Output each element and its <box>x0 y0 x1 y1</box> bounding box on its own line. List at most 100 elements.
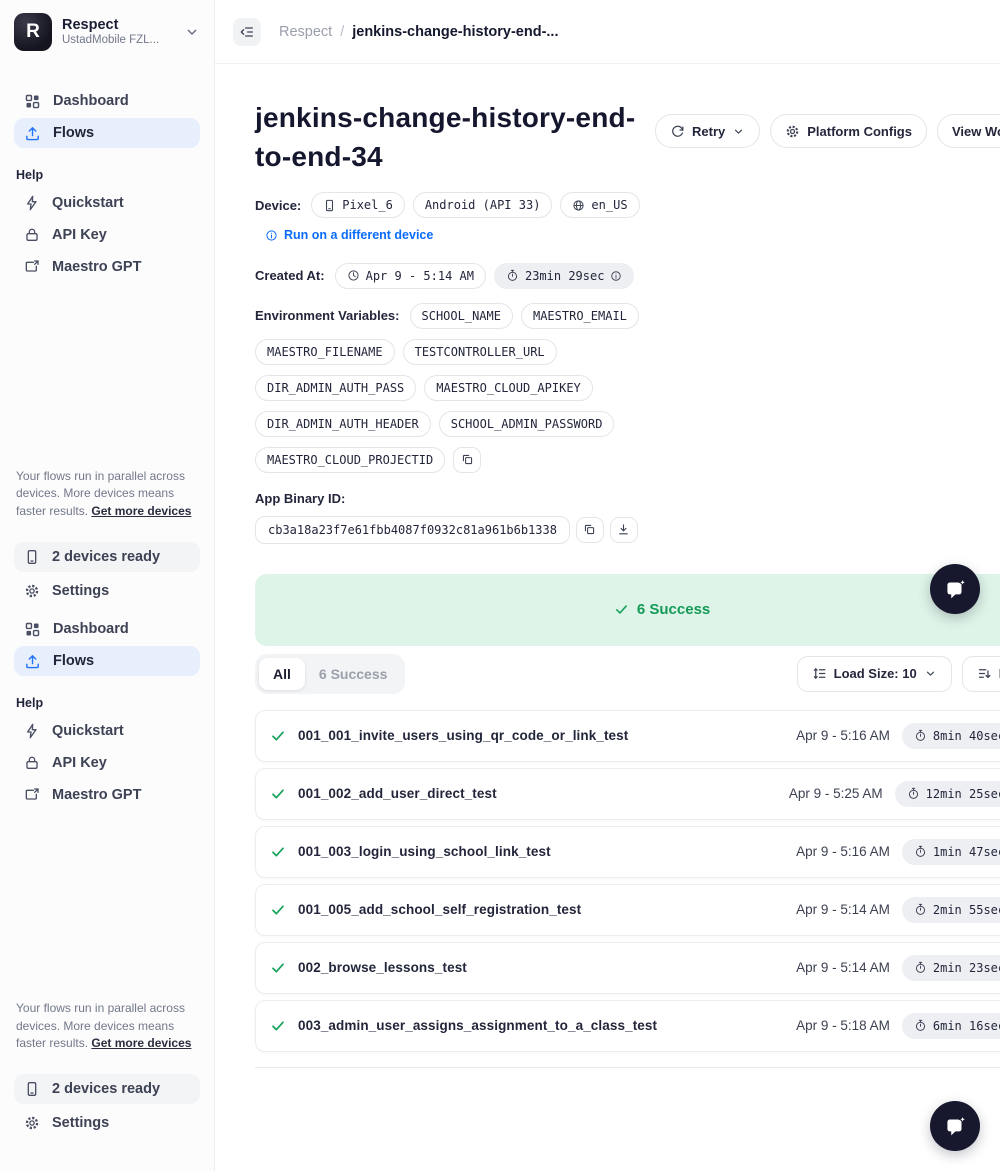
success-check-icon <box>270 844 286 860</box>
tab-success[interactable]: 6 Success <box>305 658 402 690</box>
chat-assistant-button[interactable] <box>930 1101 980 1151</box>
copy-binary-id-button[interactable] <box>575 516 604 543</box>
chat-bubble-icon <box>942 576 968 602</box>
created-at-label: Created At: <box>255 268 325 283</box>
sidebar-item-label: Dashboard <box>53 93 129 109</box>
sidebar-section-help-2: Help <box>16 696 44 711</box>
list-controls: All 6 Success Load Size: 10 Name <box>255 653 1000 694</box>
test-row[interactable]: 003_admin_user_assigns_assignment_to_a_c… <box>255 999 1000 1052</box>
test-time: Apr 9 - 5:18 AM <box>796 1018 890 1033</box>
test-name: 003_admin_user_assigns_assignment_to_a_c… <box>298 1018 658 1033</box>
device-name-chip[interactable]: Pixel_6 <box>311 192 405 218</box>
sidebar-item-api-key-2[interactable]: API Key <box>14 748 200 778</box>
env-var-name: SCHOOL_ADMIN_PASSWORD <box>450 416 603 431</box>
device-locale-chip[interactable]: en_US <box>560 192 640 218</box>
sidebar-item-maestro-gpt[interactable]: Maestro GPT <box>14 252 200 282</box>
sidebar-item-dashboard-2[interactable]: Dashboard <box>14 614 200 644</box>
env-var-chip[interactable]: SCHOOL_NAME <box>409 302 513 329</box>
sidebar-item-flows-2[interactable]: Flows <box>14 646 200 677</box>
sidebar-item-settings-2[interactable]: Settings <box>14 1108 200 1138</box>
env-var-chip[interactable]: TESTCONTROLLER_URL <box>402 338 557 365</box>
grid-icon <box>24 93 41 110</box>
sidebar-item-label: Settings <box>52 583 110 600</box>
view-workspace-button[interactable]: View Workspace <box>936 114 1000 148</box>
device-name: Pixel_6 <box>342 198 393 212</box>
stopwatch-icon <box>914 1019 927 1032</box>
app-binary-label: App Binary ID: <box>255 490 346 506</box>
info-icon[interactable] <box>610 270 622 282</box>
test-row[interactable]: 001_003_login_using_school_link_test Apr… <box>255 825 1000 878</box>
app-window: R Respect UstadMobile FZL... Dashboard F… <box>0 0 1000 1171</box>
run-different-device-link[interactable]: Run on a different device <box>265 228 433 242</box>
test-row[interactable]: 001_001_invite_users_using_qr_code_or_li… <box>255 709 1000 762</box>
test-row[interactable]: 001_005_add_school_self_registration_tes… <box>255 883 1000 936</box>
get-more-devices-link[interactable]: Get more devices <box>91 504 191 518</box>
sidebar-item-dashboard[interactable]: Dashboard <box>14 86 200 116</box>
check-icon <box>614 602 629 617</box>
breadcrumb-workspace[interactable]: Respect <box>279 24 332 40</box>
app-binary-row: cb3a18a23f7e61fbb4087f0932c81a961b6b1338 <box>255 515 1000 544</box>
env-var-chip[interactable]: MAESTRO_CLOUD_APIKEY <box>424 374 593 401</box>
sidebar-item-label: Quickstart <box>52 723 124 740</box>
test-duration-chip: 8min 40sec <box>901 722 1000 749</box>
env-var-name: TESTCONTROLLER_URL <box>414 344 545 359</box>
test-time: Apr 9 - 5:16 AM <box>796 844 890 859</box>
sidebar-item-quickstart-2[interactable]: Quickstart <box>14 716 200 746</box>
stopwatch-icon <box>914 961 927 974</box>
device-label: Device: <box>255 197 302 213</box>
test-time: Apr 9 - 5:25 AM <box>788 786 883 801</box>
devices-ready-status-2[interactable]: 2 devices ready <box>14 1074 200 1105</box>
env-var-chip[interactable]: MAESTRO_CLOUD_PROJECTID <box>255 446 446 473</box>
copy-icon <box>461 453 474 466</box>
created-at-row: Created At: Apr 9 - 5:14 AM 23min 29sec <box>255 262 1000 289</box>
workspace-switcher[interactable]: R Respect UstadMobile FZL... <box>14 12 200 52</box>
env-var-name: SCHOOL_NAME <box>421 308 501 323</box>
sidebar-item-maestro-gpt-2[interactable]: Maestro GPT <box>14 780 200 810</box>
test-row[interactable]: 002_browse_lessons_test Apr 9 - 5:14 AM … <box>255 941 1000 994</box>
env-var-name: DIR_ADMIN_AUTH_HEADER <box>267 416 419 431</box>
test-time: Apr 9 - 5:14 AM <box>796 960 890 975</box>
total-duration-value: 23min 29sec <box>524 268 605 283</box>
sidebar-item-settings[interactable]: Settings <box>14 576 200 606</box>
sidebar-item-quickstart[interactable]: Quickstart <box>14 188 200 218</box>
sort-dropdown[interactable]: Name <box>961 655 1000 692</box>
collapse-sidebar-button[interactable] <box>233 17 261 46</box>
get-more-devices-link[interactable]: Get more devices <box>91 1036 191 1050</box>
devices-ready-status[interactable]: 2 devices ready <box>14 542 200 573</box>
sidebar-nav-help: Quickstart API Key Maestro GPT <box>14 188 200 282</box>
collapse-sidebar-icon <box>239 24 255 40</box>
test-name: 001_003_login_using_school_link_test <box>298 844 551 859</box>
download-binary-button[interactable] <box>609 516 638 543</box>
retry-button[interactable]: Retry <box>655 114 761 148</box>
load-size-dropdown[interactable]: Load Size: 10 <box>796 655 952 692</box>
env-var-chip[interactable]: SCHOOL_ADMIN_PASSWORD <box>438 410 615 437</box>
chat-external-icon <box>24 787 40 803</box>
sidebar-item-flows[interactable]: Flows <box>14 118 200 148</box>
env-var-chip[interactable]: DIR_ADMIN_AUTH_HEADER <box>255 410 431 437</box>
sort-icon <box>977 666 992 681</box>
chevron-down-icon <box>732 125 745 138</box>
sidebar-nav-help-2: Quickstart API Key Maestro GPT <box>14 716 200 810</box>
platform-configs-label: Platform Configs <box>807 123 912 139</box>
view-workspace-label: View Workspace <box>951 123 1000 139</box>
test-duration-chip: 2min 23sec <box>901 954 1000 981</box>
device-locale: en_US <box>591 198 628 212</box>
clock-icon <box>347 269 360 282</box>
sidebar-item-api-key[interactable]: API Key <box>14 220 200 250</box>
env-var-chip[interactable]: DIR_ADMIN_AUTH_PASS <box>255 374 417 401</box>
copy-env-button[interactable] <box>453 446 482 473</box>
chat-bubble-icon <box>942 1113 968 1139</box>
test-duration-chip: 2min 55sec <box>901 896 1000 923</box>
sidebar-item-label: API Key <box>52 227 107 243</box>
tab-all[interactable]: All <box>259 657 305 690</box>
device-os-chip[interactable]: Android (API 33) <box>412 192 553 218</box>
success-check-icon <box>270 728 286 744</box>
env-var-chip[interactable]: MAESTRO_EMAIL <box>520 302 639 329</box>
gear-icon <box>24 1115 40 1131</box>
retry-button-label: Retry <box>692 123 726 139</box>
sidebar-item-label: Dashboard <box>53 621 129 638</box>
platform-configs-button[interactable]: Platform Configs <box>770 114 927 148</box>
chat-assistant-button[interactable] <box>930 564 980 614</box>
env-var-chip[interactable]: MAESTRO_FILENAME <box>255 338 395 365</box>
test-row[interactable]: 001_002_add_user_direct_test Apr 9 - 5:2… <box>255 767 1000 820</box>
